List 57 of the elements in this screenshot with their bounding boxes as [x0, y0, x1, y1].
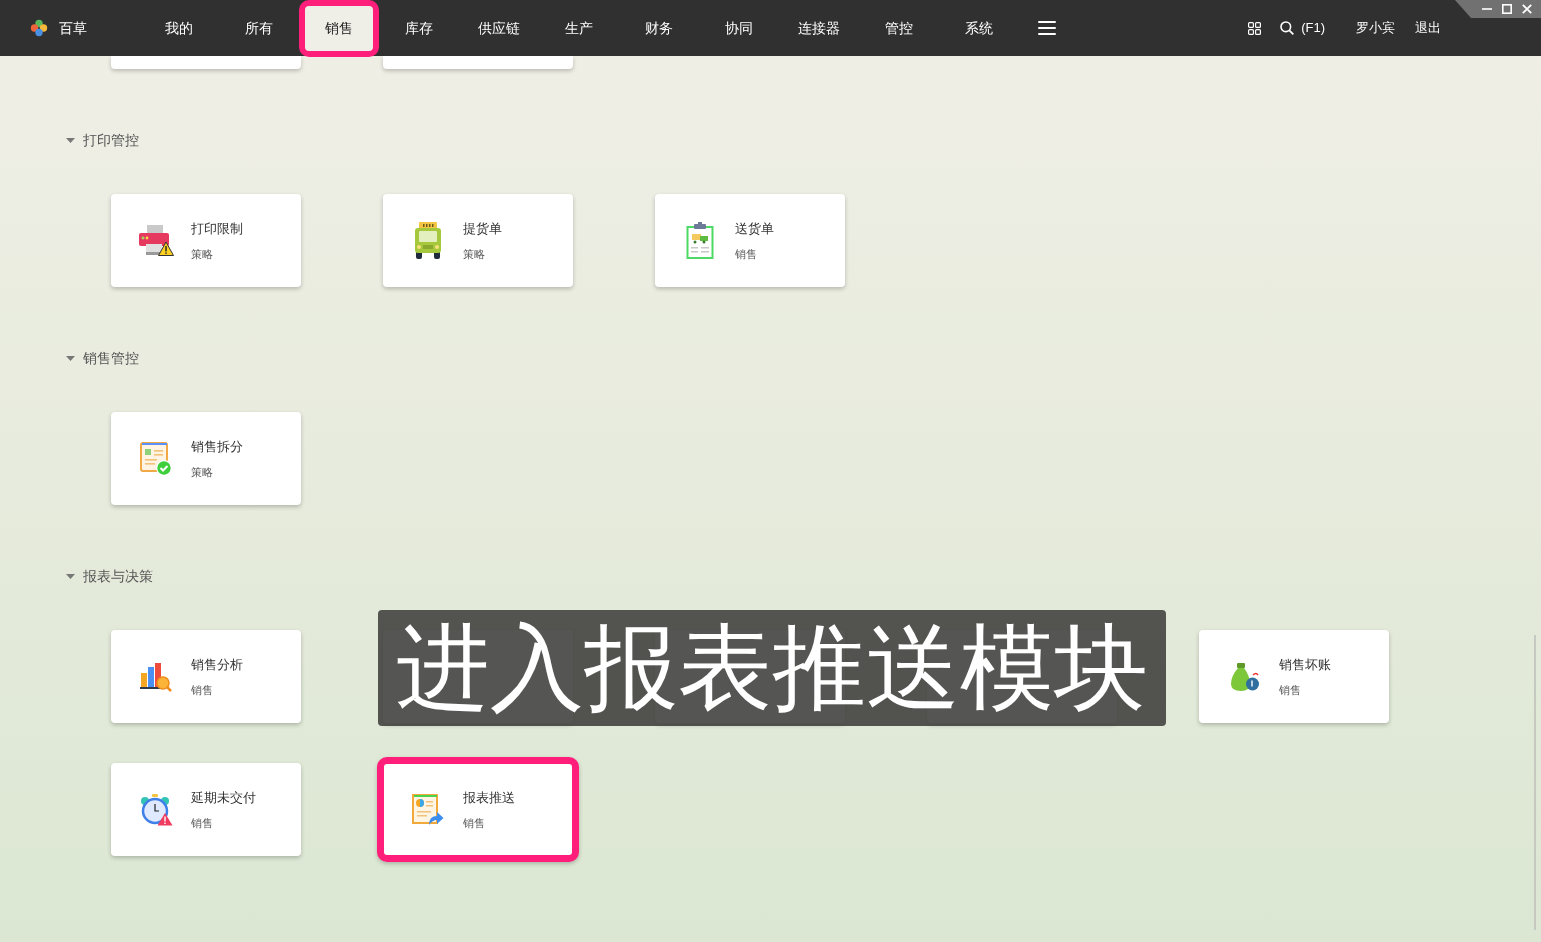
- card-title: 提货单: [463, 219, 502, 238]
- nav-tab[interactable]: 供应链: [459, 0, 539, 56]
- card-title: 销售坏账: [1279, 655, 1331, 674]
- card-category: 销售: [1279, 682, 1302, 698]
- bar-chart-icon: [140, 661, 172, 692]
- card-title: 销售拆分: [191, 437, 243, 456]
- nav-tab[interactable]: 系统: [939, 0, 1019, 56]
- app-name: 百草: [59, 18, 87, 38]
- section-toggle[interactable]: 打印管控: [66, 131, 139, 149]
- card-category: 销售: [735, 246, 758, 262]
- printer-warning-icon: [138, 225, 174, 256]
- card-title: 销售分析: [191, 655, 243, 674]
- apps-grid-icon[interactable]: [1248, 21, 1262, 35]
- module-card[interactable]: 延期未交付 销售: [111, 763, 301, 856]
- card-title: 报表推送: [463, 788, 515, 807]
- section-toggle[interactable]: 报表与决策: [66, 567, 153, 585]
- card-title: 送货单: [735, 219, 774, 238]
- module-card[interactable]: 报表推送 销售: [377, 757, 579, 862]
- menu-icon[interactable]: [1038, 21, 1056, 35]
- section-toggle[interactable]: 销售管控: [66, 349, 139, 367]
- card-title: 延期未交付: [191, 788, 256, 807]
- card-category: 销售: [191, 815, 214, 831]
- module-card[interactable]: 销售拆分 策略: [111, 412, 301, 505]
- nav-tab[interactable]: 我的: [139, 0, 219, 56]
- card-category: 策略: [191, 464, 214, 480]
- logo-icon: [30, 19, 48, 37]
- module-card[interactable]: 销售坏账 销售: [1199, 630, 1389, 723]
- card-category: 销售: [463, 815, 486, 831]
- nav-tab[interactable]: 库存: [379, 0, 459, 56]
- user-name[interactable]: 罗小宾: [1356, 18, 1395, 38]
- module-card[interactable]: 提货单 策略: [383, 194, 573, 287]
- caption-overlay: 进入报表推送模块: [378, 610, 1166, 726]
- module-card[interactable]: 送货单 销售: [655, 194, 845, 287]
- nav-tab[interactable]: 销售: [299, 0, 379, 57]
- search-icon: [1280, 21, 1295, 35]
- module-card[interactable]: 销售分析 销售: [111, 630, 301, 723]
- report-share-icon: [412, 793, 444, 826]
- scrollbar-thumb[interactable]: [1534, 635, 1536, 930]
- nav-tab[interactable]: 财务: [619, 0, 699, 56]
- maximize-icon[interactable]: [1502, 4, 1512, 14]
- truck-icon: [414, 222, 442, 259]
- clipboard-icon: [686, 222, 714, 259]
- nav-tab[interactable]: 所有: [219, 0, 299, 56]
- logout-button[interactable]: 退出: [1415, 18, 1441, 38]
- nav-tab[interactable]: 连接器: [779, 0, 859, 56]
- nav-tab[interactable]: 管控: [859, 0, 939, 56]
- nav-tab[interactable]: 协同: [699, 0, 779, 56]
- card-title: 打印限制: [191, 219, 243, 238]
- alarm-clock-warning-icon: [139, 793, 173, 826]
- card-category: 策略: [463, 246, 486, 262]
- close-icon[interactable]: [1522, 4, 1532, 14]
- module-card[interactable]: 打印限制 策略: [111, 194, 301, 287]
- search-button[interactable]: (F1): [1280, 18, 1325, 38]
- card-category: 销售: [191, 682, 214, 698]
- money-bag-icon: [1228, 661, 1260, 692]
- card-category: 策略: [191, 246, 214, 262]
- nav-tab[interactable]: 生产: [539, 0, 619, 56]
